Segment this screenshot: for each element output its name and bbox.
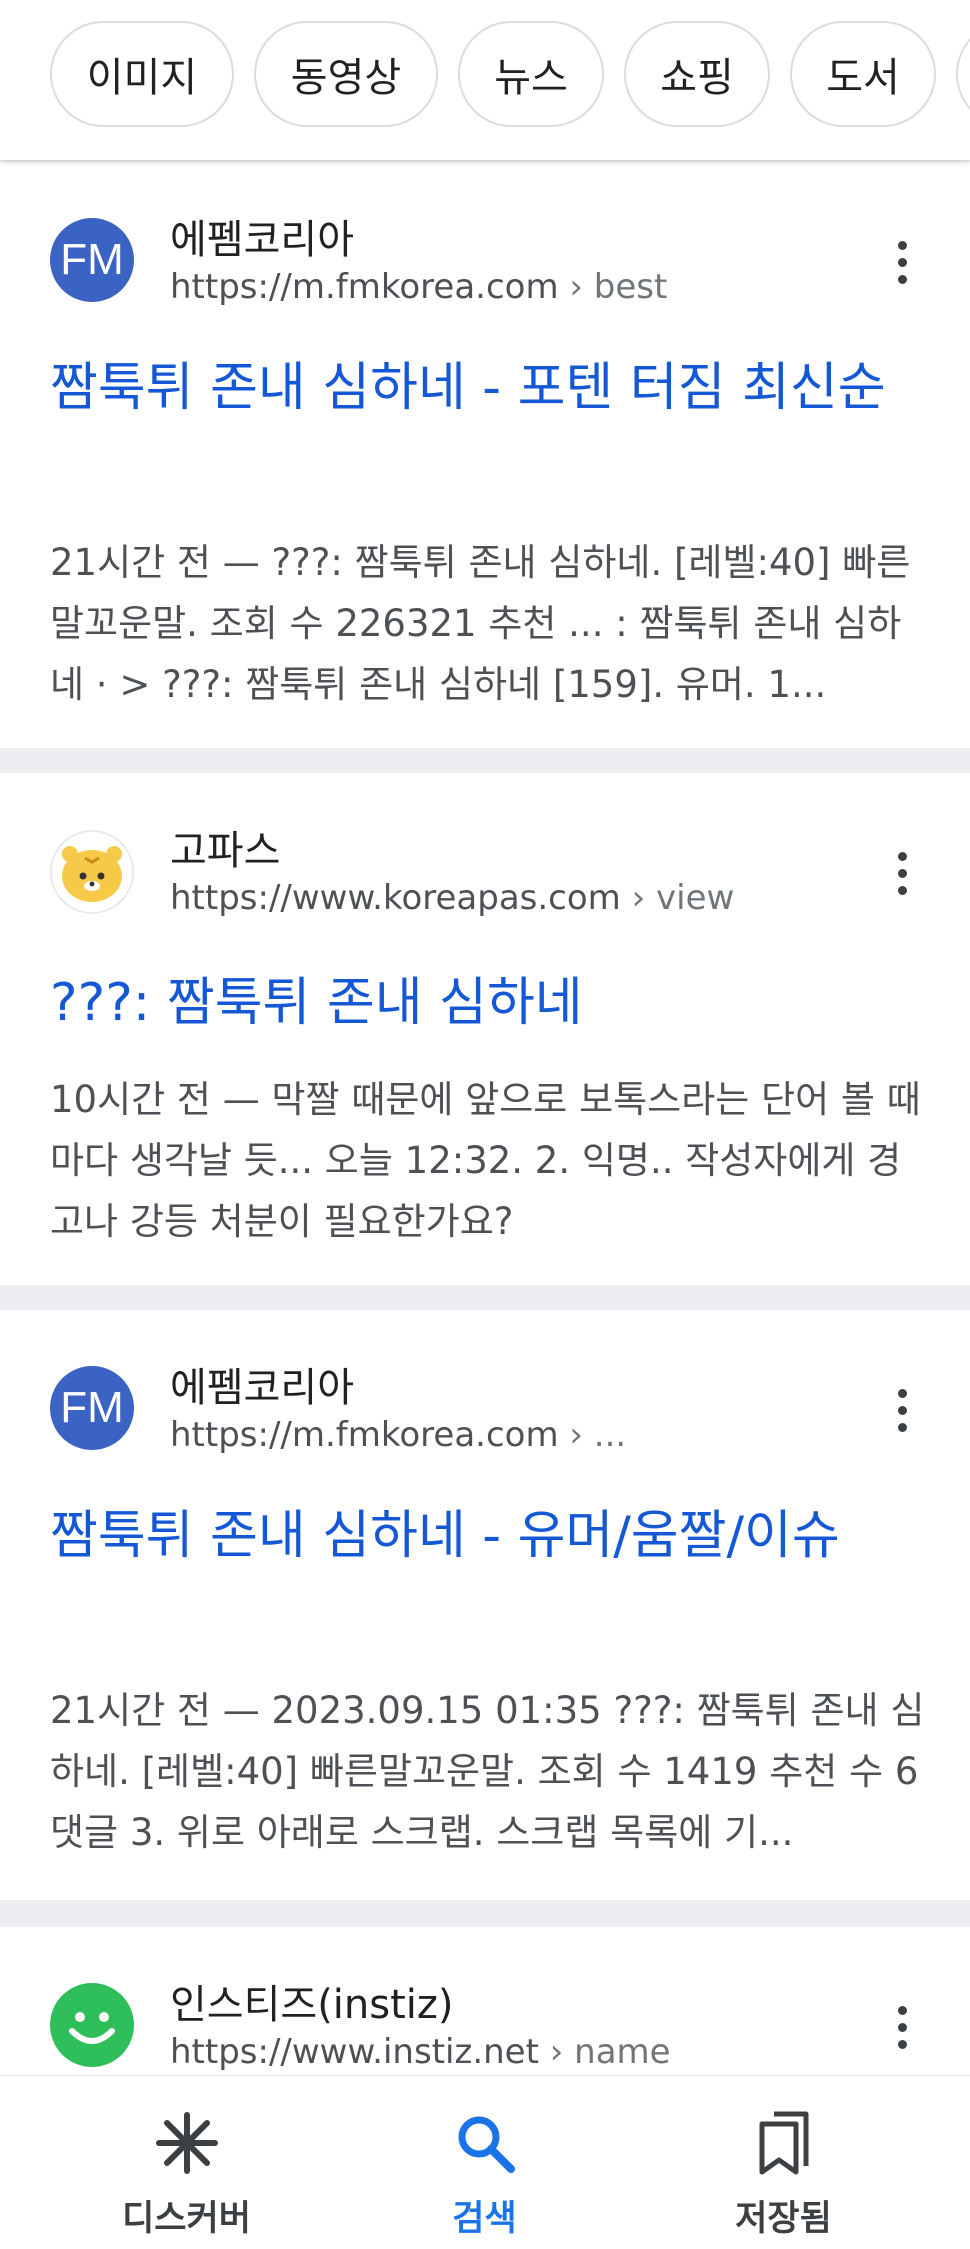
result-snippet: 21시간 전 — 2023.09.15 01:35 ???: 짬툭튀 존내 심하…: [50, 1689, 925, 1854]
chip-books[interactable]: 도서: [790, 21, 936, 127]
site-name: 에펨코리아: [170, 217, 354, 263]
nav-discover[interactable]: 디스커버: [25, 2076, 348, 2249]
result-title-link[interactable]: ???: 짬툭튀 존내 심하네: [50, 965, 930, 1042]
site-url[interactable]: https://www.instiz.net › name: [170, 2032, 671, 2072]
chip-videos[interactable]: 동영상: [254, 21, 438, 127]
site-url[interactable]: https://www.koreapas.com › view: [170, 878, 734, 918]
filter-chip-bar: 이미지 동영상 뉴스 쇼핑 도서: [0, 0, 970, 160]
nav-discover-label: 디스커버: [122, 2199, 251, 2239]
more-options-icon[interactable]: [880, 843, 924, 903]
search-icon: [450, 2108, 520, 2178]
search-result: 고파스 https://www.koreapas.com › view ???:…: [0, 773, 970, 1285]
nav-search-label: 검색: [452, 2199, 517, 2239]
fmkorea-favicon-icon: FM: [50, 218, 134, 302]
bottom-navigation: 디스커버 검색 저장됨: [0, 2075, 970, 2249]
result-title-link[interactable]: 짬툭튀 존내 심하네 - 포텐 터짐 최신순: [50, 350, 930, 427]
result-snippet: 10시간 전 — 막짤 때문에 앞으로 보톡스라는 단어 볼 때마다 생각날 듯…: [50, 1078, 921, 1243]
search-result: FM 에펨코리아 https://m.fmkorea.com › best 짬툭…: [0, 162, 970, 748]
nav-saved-label: 저장됨: [735, 2199, 832, 2239]
more-options-icon[interactable]: [880, 1997, 924, 2057]
site-url[interactable]: https://m.fmkorea.com › ...: [170, 1415, 626, 1455]
search-result: FM 에펨코리아 https://m.fmkorea.com › ... 짬툭튀…: [0, 1310, 970, 1900]
smiley-icon: [50, 1983, 134, 2067]
result-snippet: 21시간 전 — ???: 짬툭튀 존내 심하네. [레벨:40] 빠른말꼬운말…: [50, 541, 911, 706]
result-title-link[interactable]: 짬툭튀 존내 심하네 - 유머/움짤/이슈: [50, 1498, 930, 1575]
chip-shopping[interactable]: 쇼핑: [624, 21, 770, 127]
fmkorea-favicon-icon: FM: [50, 1366, 134, 1450]
more-options-icon[interactable]: [880, 1380, 924, 1440]
site-name: 인스티즈(instiz): [170, 1982, 454, 2028]
nav-saved[interactable]: 저장됨: [622, 2076, 945, 2249]
site-name: 에펨코리아: [170, 1365, 354, 1411]
tiger-icon: [50, 830, 134, 914]
site-url[interactable]: https://m.fmkorea.com › best: [170, 267, 667, 307]
chip-images[interactable]: 이미지: [50, 21, 234, 127]
bookmarks-icon: [749, 2108, 819, 2178]
more-options-icon[interactable]: [880, 232, 924, 292]
asterisk-icon: [152, 2108, 222, 2178]
site-name: 고파스: [170, 828, 281, 874]
nav-search[interactable]: 검색: [323, 2076, 646, 2249]
chip-news[interactable]: 뉴스: [458, 21, 604, 127]
chip-more[interactable]: [956, 21, 970, 127]
